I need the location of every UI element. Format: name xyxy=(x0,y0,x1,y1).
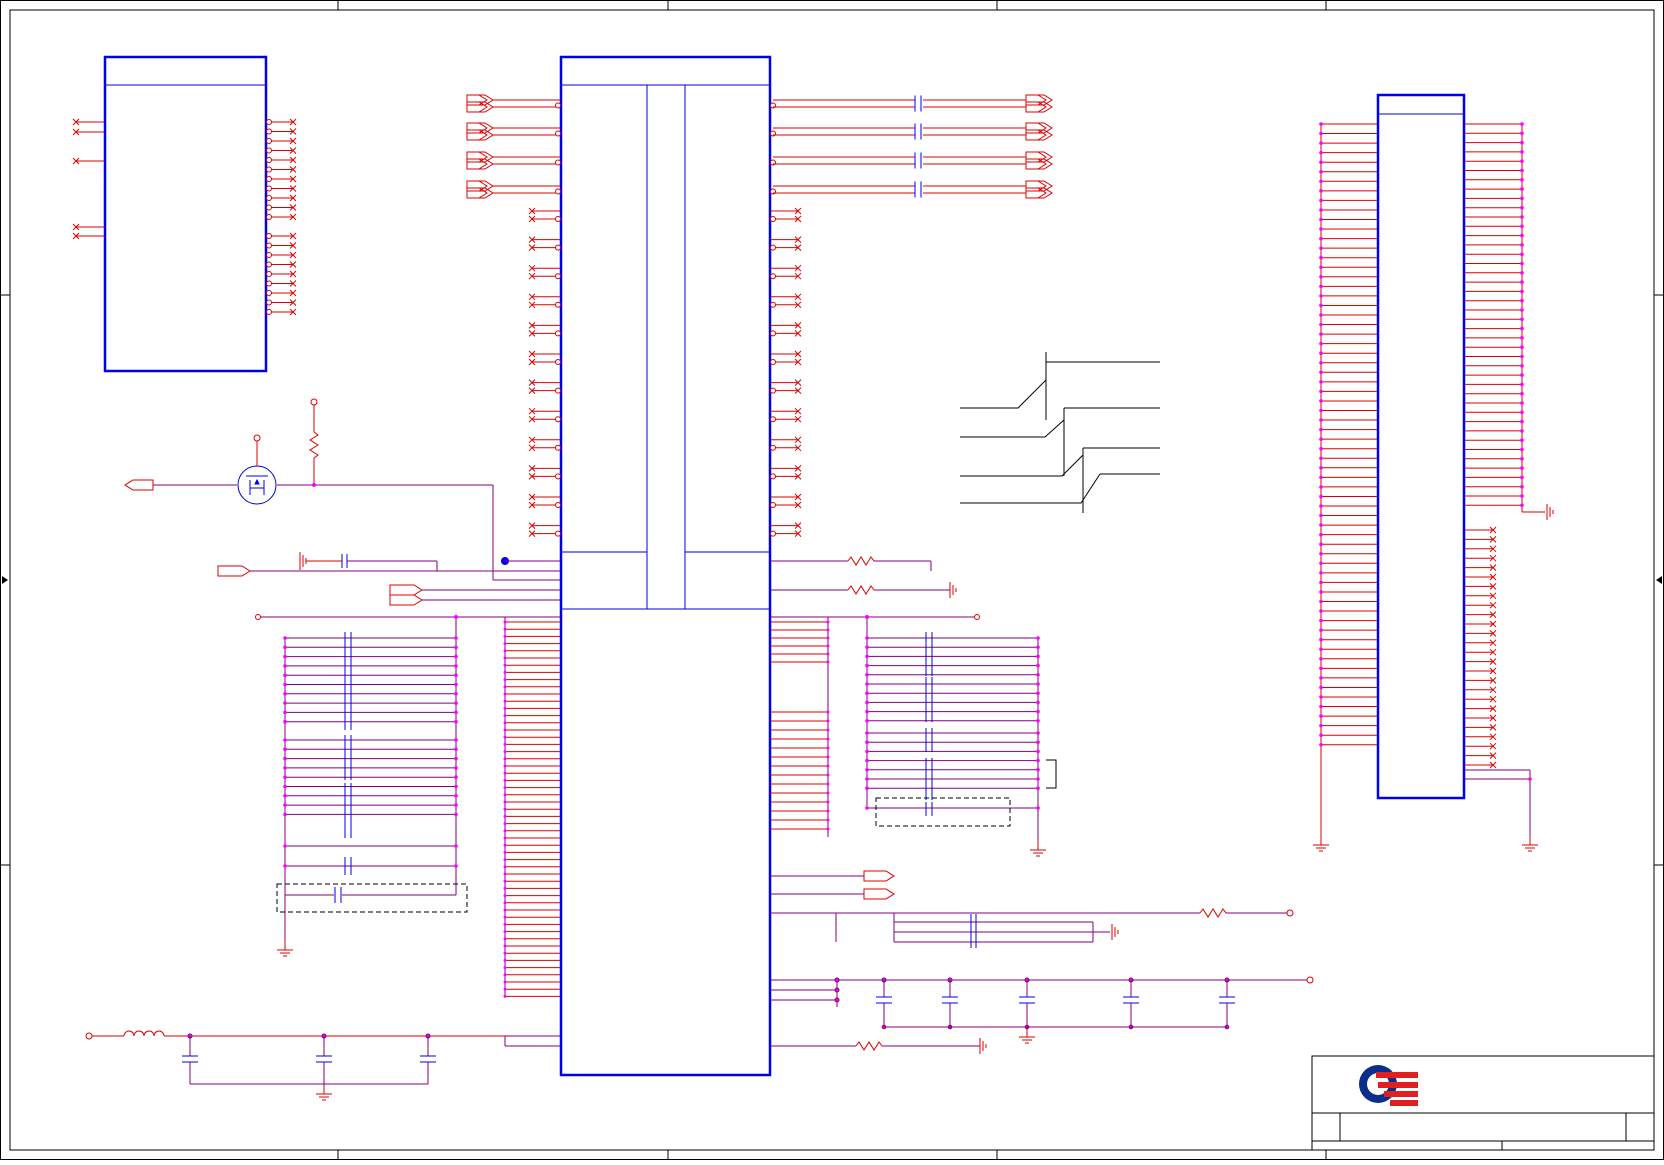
right-cap-network xyxy=(771,976,1314,1054)
mosfet-circuit xyxy=(124,398,560,581)
capacitor-icon xyxy=(914,152,922,169)
port-connector-icon xyxy=(1025,94,1053,106)
mosfet-icon xyxy=(237,465,277,505)
bracket xyxy=(1046,759,1057,789)
port-connector-icon xyxy=(1025,158,1053,170)
capacitor-icon xyxy=(334,887,342,903)
capacitor-icon xyxy=(942,996,958,1004)
dashed-group-box xyxy=(875,797,1011,827)
resistor-icon xyxy=(855,1041,883,1051)
ground-icon xyxy=(1313,835,1329,852)
resistor-icon xyxy=(1199,908,1227,918)
port-connector-icon xyxy=(466,101,494,113)
capacitor-icon xyxy=(1019,996,1035,1004)
schematic-sheet xyxy=(0,0,1664,1160)
capacitor-icon xyxy=(914,95,922,112)
left-bias-network xyxy=(217,552,560,606)
ground-icon xyxy=(1111,924,1119,940)
capacitor-icon xyxy=(316,1055,332,1063)
ground-icon xyxy=(1546,504,1554,520)
right-resistor-network xyxy=(771,556,1294,948)
ground-icon xyxy=(949,582,957,598)
capacitor-icon xyxy=(1123,996,1139,1004)
ground-icon xyxy=(979,1038,987,1054)
ground-icon xyxy=(1030,840,1046,857)
port-connector-icon xyxy=(466,94,494,106)
port-connector-icon xyxy=(466,122,494,134)
frame-arrow-icons xyxy=(2,576,1662,584)
port-connector-icon xyxy=(389,584,423,596)
right-connector-j1 xyxy=(1313,93,1554,852)
dashed-group-box xyxy=(276,883,468,913)
resistor-icon xyxy=(309,431,319,459)
port-connector-icon xyxy=(1025,151,1053,163)
inductor-filter xyxy=(85,1030,560,1101)
capacitor-icon xyxy=(914,123,922,140)
small-component-u1 xyxy=(72,55,297,373)
ground-icon xyxy=(1019,1027,1035,1044)
capacitor-icon xyxy=(182,1055,198,1063)
port-connector-icon xyxy=(466,129,494,141)
ground-icon xyxy=(1522,835,1538,852)
schematic-canvas xyxy=(0,0,1664,1160)
port-connector-icon xyxy=(466,158,494,170)
port-connector-icon xyxy=(466,187,494,199)
inductor-icon xyxy=(123,1030,165,1037)
port-connector-icon xyxy=(1025,187,1053,199)
port-connector-icon xyxy=(1025,180,1053,192)
resistor-icon xyxy=(847,556,875,566)
decoupling-bank-left xyxy=(276,615,468,957)
port-connector-icon xyxy=(217,565,251,577)
capacitor-icon xyxy=(876,996,892,1004)
ground-icon xyxy=(277,940,293,957)
ground-icon xyxy=(299,552,307,570)
title-block xyxy=(1311,1055,1655,1151)
capacitor-icon xyxy=(420,1055,436,1063)
capacitor-icon xyxy=(914,181,922,198)
port-connector-icon xyxy=(466,151,494,163)
port-connector-icon xyxy=(1025,122,1053,134)
annotation-lines xyxy=(960,352,1160,513)
port-connector-icon xyxy=(863,870,895,882)
decoupling-bank-right xyxy=(865,615,1057,857)
sheet-frame xyxy=(0,0,1664,1160)
company-logo-icon xyxy=(1359,1065,1418,1106)
port-connector-icon xyxy=(466,180,494,192)
port-connector-icon xyxy=(1025,129,1053,141)
port-connector-icon xyxy=(124,479,154,491)
capacitor-icon xyxy=(1219,996,1235,1004)
ground-icon xyxy=(316,1084,332,1101)
port-connector-icon xyxy=(1025,101,1053,113)
